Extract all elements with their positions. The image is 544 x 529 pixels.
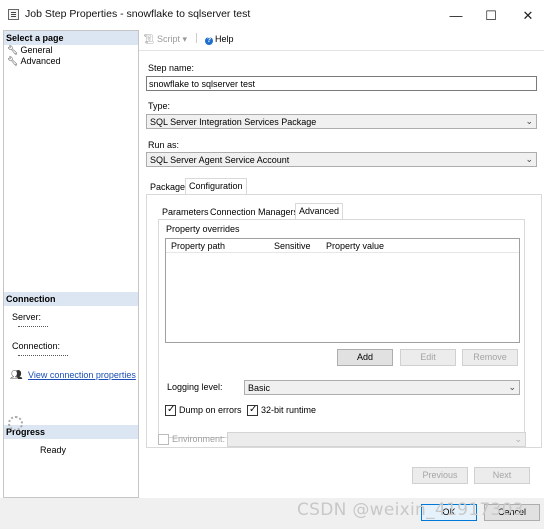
right-pane: 📜︎ Script ▾ ? Help Step name: snowflake t… xyxy=(139,30,544,498)
help-button[interactable]: Help xyxy=(215,34,234,44)
window-title: Job Step Properties - snowflake to sqlse… xyxy=(25,8,251,20)
tab-advanced[interactable]: Advanced xyxy=(295,203,344,220)
progress-spinner-icon xyxy=(8,416,23,431)
dump-on-errors-checkbox[interactable] xyxy=(165,404,176,416)
run-as-select-value: SQL Server Agent Service Account xyxy=(150,155,290,165)
type-select[interactable]: SQL Server Integration Services Package … xyxy=(146,114,537,129)
step-name-input[interactable]: snowflake to sqlserver test xyxy=(146,76,537,91)
script-button[interactable]: Script xyxy=(157,34,180,44)
connection-properties-icon: 👥︎ xyxy=(10,370,23,381)
chevron-down-icon: ⌄ xyxy=(508,382,516,392)
connection-header: Connection xyxy=(4,292,138,306)
view-connection-properties-link[interactable]: View connection properties xyxy=(28,370,136,380)
type-label: Type: xyxy=(148,101,171,111)
column-property-value[interactable]: Property value xyxy=(326,241,384,251)
page-advanced[interactable]: 🔧︎ Advanced xyxy=(7,56,60,67)
progress-header: Progress xyxy=(4,425,138,439)
tab-package[interactable]: Package xyxy=(147,180,188,194)
toolbar-divider xyxy=(139,50,544,51)
type-select-value: SQL Server Integration Services Package xyxy=(150,117,317,127)
logging-level-value: Basic xyxy=(248,383,271,393)
environment-checkbox[interactable] xyxy=(158,434,169,445)
run-as-label: Run as: xyxy=(148,140,180,150)
run-as-select[interactable]: SQL Server Agent Service Account ⌄ xyxy=(146,152,537,167)
connection-value-redacted xyxy=(18,353,78,358)
minimize-button[interactable]: — xyxy=(436,4,476,28)
column-property-path[interactable]: Property path xyxy=(171,241,225,251)
runtime-32bit-checkbox[interactable] xyxy=(247,404,258,416)
environment-select[interactable]: ⌄ xyxy=(227,432,526,447)
column-sensitive[interactable]: Sensitive xyxy=(274,241,311,251)
page-general-label: General xyxy=(20,45,53,55)
close-button[interactable]: ✕ xyxy=(508,4,544,28)
dump-on-errors-label: Dump on errors xyxy=(179,405,242,415)
page-advanced-label: Advanced xyxy=(20,56,61,66)
watermark-text: CSDN @weixin_41917303 xyxy=(297,500,524,520)
chevron-down-icon: ⌄ xyxy=(525,116,533,126)
select-page-header: Select a page xyxy=(4,31,138,45)
runtime-32bit-label: 32-bit runtime xyxy=(261,405,317,415)
tab-parameters[interactable]: Parameters xyxy=(159,205,212,219)
previous-button[interactable]: Previous xyxy=(412,467,468,484)
connection-label: Connection: xyxy=(12,341,61,351)
tab-connection-managers[interactable]: Connection Managers xyxy=(207,205,301,219)
wrench-icon: 🔧︎ xyxy=(7,56,19,66)
wrench-icon: 🔧︎ xyxy=(7,45,19,55)
chevron-down-icon: ⌄ xyxy=(514,434,522,444)
toolbar: 📜︎ Script ▾ ? Help xyxy=(143,33,234,47)
script-icon: 📜︎ xyxy=(143,34,155,44)
property-overrides-label: Property overrides xyxy=(166,224,240,234)
maximize-button[interactable]: ☐ xyxy=(471,4,511,28)
left-pane: Select a page 🔧︎ General 🔧︎ Advanced Conne… xyxy=(3,30,139,498)
page-general[interactable]: 🔧︎ General xyxy=(7,45,52,56)
remove-button[interactable]: Remove xyxy=(462,349,518,366)
logging-level-select[interactable]: Basic ⌄ xyxy=(244,380,520,395)
help-icon: ? xyxy=(205,37,214,45)
add-button[interactable]: Add xyxy=(337,349,393,366)
window-app-icon xyxy=(8,9,19,20)
server-label: Server: xyxy=(12,312,42,322)
chevron-down-icon[interactable]: ▾ xyxy=(182,34,187,44)
logging-level-label: Logging level: xyxy=(167,382,223,392)
step-name-label: Step name: xyxy=(148,63,195,73)
property-overrides-grid[interactable]: Property path Sensitive Property value xyxy=(165,238,520,343)
server-value-redacted xyxy=(18,324,58,329)
next-button[interactable]: Next xyxy=(474,467,530,484)
environment-label: Environment: xyxy=(172,434,226,444)
grid-header: Property path Sensitive Property value xyxy=(166,239,519,253)
chevron-down-icon: ⌄ xyxy=(525,154,533,164)
toolbar-separator xyxy=(195,33,197,43)
tab-configuration[interactable]: Configuration xyxy=(185,178,247,195)
progress-status: Ready xyxy=(40,445,67,455)
edit-button[interactable]: Edit xyxy=(400,349,456,366)
